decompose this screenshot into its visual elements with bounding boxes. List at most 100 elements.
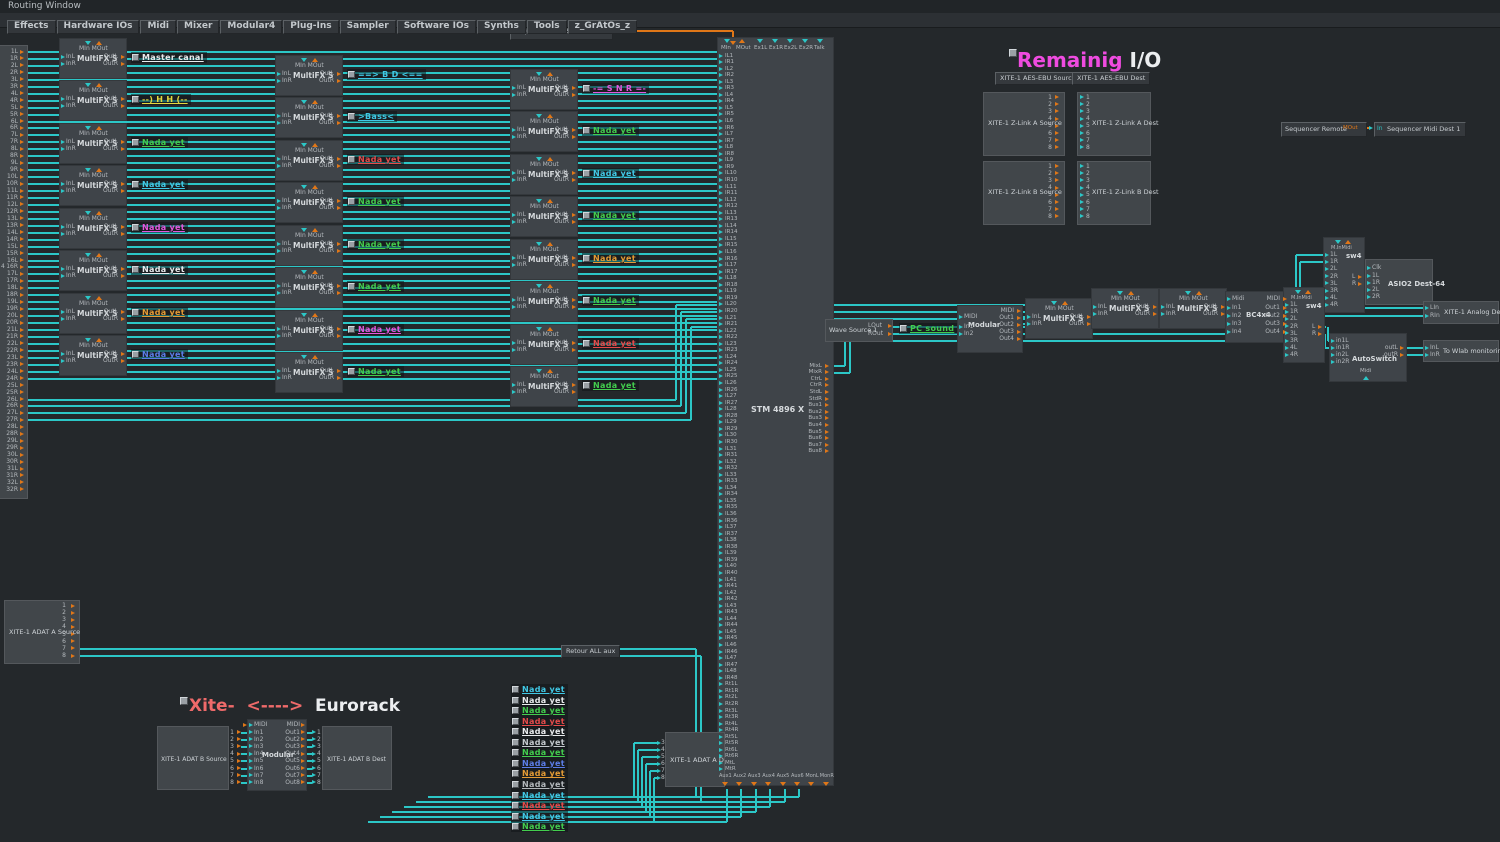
label-chip[interactable]: ==> B D <== (347, 69, 426, 80)
port-arrow[interactable] (719, 604, 723, 608)
port-arrow[interactable] (312, 759, 316, 763)
port-arrow[interactable] (719, 132, 723, 136)
port-arrow[interactable] (337, 206, 341, 210)
port-arrow[interactable] (20, 258, 24, 262)
label-chip[interactable]: Nada yet (347, 281, 404, 292)
port-arrow[interactable] (20, 112, 24, 116)
port-arrow[interactable] (719, 60, 723, 64)
port-arrow[interactable] (337, 376, 341, 380)
port-arrow[interactable] (719, 571, 723, 575)
port-arrow[interactable] (512, 298, 516, 302)
bottom-label-chip[interactable]: Nada yet (511, 726, 568, 737)
port-arrow[interactable] (61, 310, 65, 314)
port-arrow[interactable] (20, 84, 24, 88)
port-arrow[interactable] (1221, 312, 1225, 316)
port-arrow[interactable] (249, 723, 253, 727)
port-arrow[interactable] (237, 744, 241, 748)
port-arrow[interactable] (20, 411, 24, 415)
port-arrow[interactable] (20, 56, 24, 60)
port-arrow[interactable] (719, 126, 723, 130)
port-arrow[interactable] (61, 189, 65, 193)
port-arrow[interactable] (572, 383, 576, 387)
port-arrow[interactable] (1153, 312, 1157, 316)
port-arrow[interactable] (337, 249, 341, 253)
port-arrow[interactable] (1093, 312, 1097, 316)
port-arrow[interactable] (249, 752, 253, 756)
port-arrow[interactable] (1325, 303, 1329, 307)
port-arrow[interactable] (337, 114, 341, 118)
port-arrow[interactable] (719, 178, 723, 182)
port-arrow[interactable] (719, 728, 723, 732)
port-arrow[interactable] (825, 403, 829, 407)
port-arrow[interactable] (121, 182, 125, 186)
port-arrow[interactable] (719, 139, 723, 143)
port-arrow[interactable] (337, 284, 341, 288)
label-chip[interactable]: Nada yet (582, 168, 639, 179)
port-arrow[interactable] (825, 423, 829, 427)
port-arrow[interactable] (1325, 267, 1329, 271)
port-arrow[interactable] (719, 473, 723, 477)
port-arrow[interactable] (312, 737, 316, 741)
label-chip[interactable]: Nada yet (582, 338, 639, 349)
port-arrow[interactable] (301, 780, 305, 784)
retour-all-aux-chip[interactable]: Retour ALL aux (561, 645, 620, 658)
port-arrow[interactable] (277, 284, 281, 288)
port-arrow[interactable] (719, 73, 723, 77)
port-arrow[interactable] (277, 242, 281, 246)
port-arrow[interactable] (719, 486, 723, 490)
port-arrow[interactable] (719, 636, 723, 640)
port-arrow[interactable] (719, 767, 723, 771)
port-arrow[interactable] (1331, 360, 1335, 364)
port-arrow[interactable] (719, 407, 723, 411)
menu-item-tools[interactable]: Tools (527, 20, 567, 34)
port-arrow[interactable] (121, 274, 125, 278)
port-arrow[interactable] (20, 209, 24, 213)
label-chip[interactable]: Nada yet (347, 154, 404, 165)
port-arrow[interactable] (719, 198, 723, 202)
port-arrow[interactable] (337, 291, 341, 295)
port-arrow[interactable] (719, 86, 723, 90)
port-arrow[interactable] (61, 97, 65, 101)
port-arrow[interactable] (61, 62, 65, 66)
port-arrow[interactable] (719, 447, 723, 451)
port-arrow[interactable] (20, 154, 24, 158)
port-arrow[interactable] (719, 119, 723, 123)
port-arrow[interactable] (719, 250, 723, 254)
port-arrow[interactable] (825, 377, 829, 381)
port-arrow[interactable] (1055, 207, 1059, 211)
port-arrow[interactable] (1080, 117, 1084, 121)
bottom-label-chip[interactable]: Nada yet (511, 737, 568, 748)
port-arrow[interactable] (20, 189, 24, 193)
port-arrow[interactable] (1367, 266, 1371, 270)
port-arrow[interactable] (719, 433, 723, 437)
port-arrow[interactable] (20, 279, 24, 283)
port-arrow[interactable] (1080, 145, 1084, 149)
port-arrow[interactable] (337, 164, 341, 168)
port-arrow[interactable] (1227, 306, 1231, 310)
port-arrow[interactable] (1161, 312, 1165, 316)
port-arrow[interactable] (237, 752, 241, 756)
port-arrow[interactable] (825, 364, 829, 368)
port-arrow[interactable] (1227, 330, 1231, 334)
port-arrow[interactable] (312, 780, 316, 784)
port-arrow[interactable] (512, 256, 516, 260)
port-arrow[interactable] (825, 430, 829, 434)
label-chip[interactable]: Nada yet (582, 253, 639, 264)
label-chip[interactable]: Nada yet (347, 196, 404, 207)
label-chip[interactable]: Nada yet (347, 366, 404, 377)
label-chip[interactable]: Nada yet (582, 380, 639, 391)
port-arrow[interactable] (1285, 317, 1289, 321)
port-arrow[interactable] (1367, 274, 1371, 278)
port-arrow[interactable] (572, 263, 576, 267)
port-arrow[interactable] (1080, 109, 1084, 113)
port-arrow[interactable] (572, 256, 576, 260)
port-arrow[interactable] (719, 650, 723, 654)
port-arrow[interactable] (237, 730, 241, 734)
port-arrow[interactable] (719, 374, 723, 378)
port-arrow[interactable] (512, 178, 516, 182)
port-arrow[interactable] (1080, 214, 1084, 218)
port-arrow[interactable] (277, 376, 281, 380)
bottom-label-chip[interactable]: Nada yet (511, 768, 568, 779)
port-arrow[interactable] (719, 276, 723, 280)
port-arrow[interactable] (249, 759, 253, 763)
